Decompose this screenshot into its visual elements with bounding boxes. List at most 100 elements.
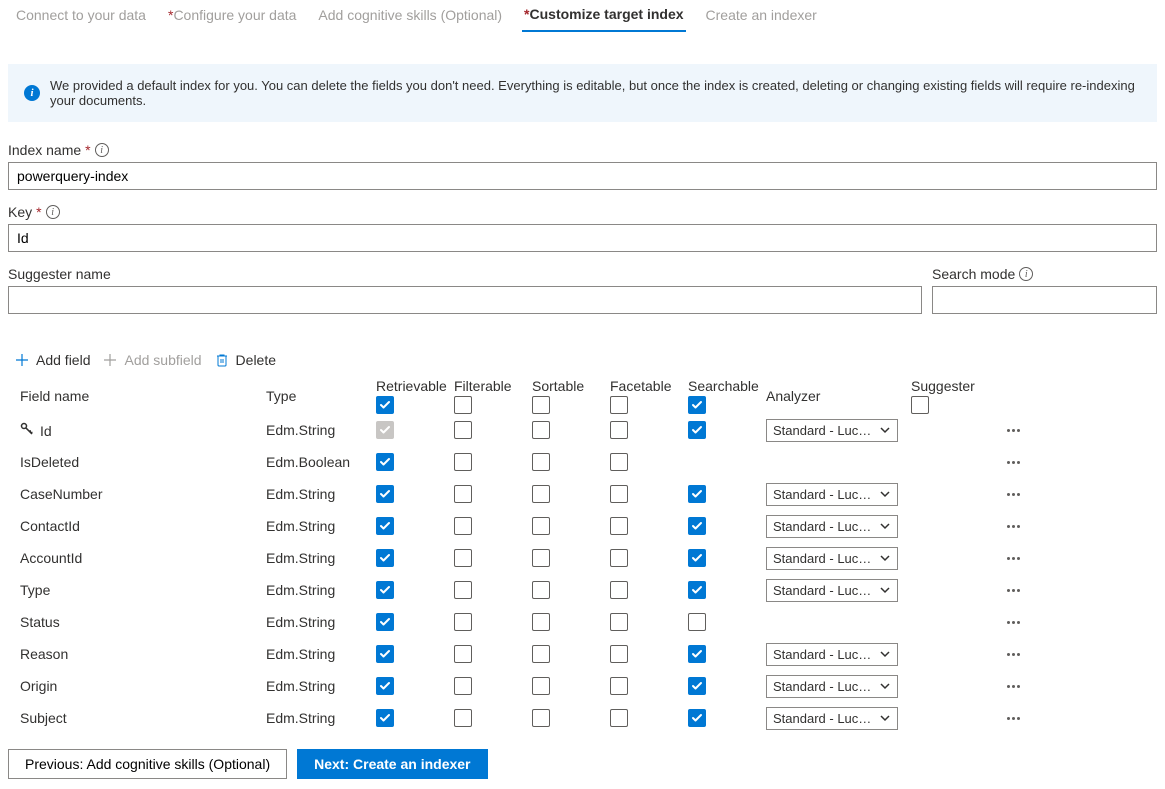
- checkbox-retrievable[interactable]: [376, 517, 394, 535]
- more-icon[interactable]: [983, 717, 1043, 720]
- analyzer-select[interactable]: Standard - Luce...: [766, 579, 898, 602]
- checkbox-facetable[interactable]: [610, 581, 628, 599]
- table-row[interactable]: OriginEdm.StringStandard - Luce...: [8, 670, 1043, 702]
- checkbox-retrievable[interactable]: [376, 549, 394, 567]
- more-icon[interactable]: [983, 461, 1043, 464]
- checkbox-filterable[interactable]: [454, 613, 472, 631]
- add-field-button[interactable]: Add field: [14, 352, 90, 368]
- more-icon[interactable]: [983, 685, 1043, 688]
- index-name-input[interactable]: [8, 162, 1157, 190]
- checkbox-sortable[interactable]: [532, 517, 550, 535]
- table-row[interactable]: SubjectEdm.StringStandard - Luce...: [8, 702, 1043, 734]
- table-row[interactable]: StatusEdm.String: [8, 606, 1043, 638]
- checkbox-searchable[interactable]: [688, 709, 706, 727]
- analyzer-select[interactable]: Standard - Luce...: [766, 483, 898, 506]
- checkbox-searchable[interactable]: [688, 581, 706, 599]
- more-icon[interactable]: [983, 557, 1043, 560]
- checkbox-retrievable[interactable]: [376, 485, 394, 503]
- analyzer-select[interactable]: Standard - Luce...: [766, 515, 898, 538]
- checkbox-filterable[interactable]: [454, 485, 472, 503]
- delete-button[interactable]: Delete: [214, 352, 276, 368]
- checkbox-retrievable[interactable]: [376, 645, 394, 663]
- help-icon[interactable]: i: [1019, 267, 1033, 281]
- checkbox-retrievable[interactable]: [376, 677, 394, 695]
- analyzer-select[interactable]: Standard - Luce...: [766, 707, 898, 730]
- help-icon[interactable]: i: [46, 205, 60, 219]
- header-checkbox-facetable[interactable]: [610, 396, 628, 414]
- checkbox-facetable[interactable]: [610, 517, 628, 535]
- checkbox-sortable[interactable]: [532, 613, 550, 631]
- checkbox-retrievable[interactable]: [376, 581, 394, 599]
- tab-0[interactable]: Connect to your data: [14, 3, 148, 31]
- checkbox-sortable[interactable]: [532, 709, 550, 727]
- previous-button[interactable]: Previous: Add cognitive skills (Optional…: [8, 749, 287, 779]
- suggester-input[interactable]: [8, 286, 922, 314]
- table-row[interactable]: CaseNumberEdm.StringStandard - Luce...: [8, 478, 1043, 510]
- more-icon[interactable]: [983, 493, 1043, 496]
- header-checkbox-suggester[interactable]: [911, 396, 929, 414]
- more-icon[interactable]: [983, 621, 1043, 624]
- checkbox-filterable[interactable]: [454, 581, 472, 599]
- checkbox-facetable[interactable]: [610, 549, 628, 567]
- checkbox-filterable[interactable]: [454, 517, 472, 535]
- table-row[interactable]: IdEdm.StringStandard - Luce...: [8, 414, 1043, 446]
- next-button[interactable]: Next: Create an indexer: [297, 749, 487, 779]
- checkbox-retrievable[interactable]: [376, 453, 394, 471]
- checkbox-sortable[interactable]: [532, 645, 550, 663]
- checkbox-facetable[interactable]: [610, 613, 628, 631]
- tab-3[interactable]: *Customize target index: [522, 2, 685, 32]
- more-icon[interactable]: [983, 653, 1043, 656]
- search-mode-input[interactable]: [932, 286, 1157, 314]
- checkbox-filterable[interactable]: [454, 453, 472, 471]
- analyzer-select[interactable]: Standard - Luce...: [766, 419, 898, 442]
- checkbox-sortable[interactable]: [532, 453, 550, 471]
- header-checkbox-retrievable[interactable]: [376, 396, 394, 414]
- checkbox-retrievable[interactable]: [376, 421, 394, 439]
- more-icon[interactable]: [983, 589, 1043, 592]
- more-icon[interactable]: [983, 429, 1043, 432]
- checkbox-searchable[interactable]: [688, 549, 706, 567]
- key-input[interactable]: [8, 224, 1157, 252]
- checkbox-filterable[interactable]: [454, 677, 472, 695]
- checkbox-facetable[interactable]: [610, 421, 628, 439]
- checkbox-facetable[interactable]: [610, 645, 628, 663]
- checkbox-searchable[interactable]: [688, 613, 706, 631]
- checkbox-searchable[interactable]: [688, 421, 706, 439]
- checkbox-facetable[interactable]: [610, 485, 628, 503]
- checkbox-sortable[interactable]: [532, 485, 550, 503]
- col-sortable: Sortable: [532, 378, 610, 414]
- checkbox-filterable[interactable]: [454, 421, 472, 439]
- checkbox-facetable[interactable]: [610, 677, 628, 695]
- tab-2[interactable]: Add cognitive skills (Optional): [316, 3, 504, 31]
- table-row[interactable]: ReasonEdm.StringStandard - Luce...: [8, 638, 1043, 670]
- checkbox-sortable[interactable]: [532, 581, 550, 599]
- help-icon[interactable]: i: [95, 143, 109, 157]
- checkbox-searchable[interactable]: [688, 517, 706, 535]
- header-checkbox-sortable[interactable]: [532, 396, 550, 414]
- analyzer-select[interactable]: Standard - Luce...: [766, 675, 898, 698]
- table-row[interactable]: ContactIdEdm.StringStandard - Luce...: [8, 510, 1043, 542]
- table-row[interactable]: TypeEdm.StringStandard - Luce...: [8, 574, 1043, 606]
- checkbox-facetable[interactable]: [610, 453, 628, 471]
- checkbox-sortable[interactable]: [532, 549, 550, 567]
- checkbox-sortable[interactable]: [532, 677, 550, 695]
- table-row[interactable]: AccountIdEdm.StringStandard - Luce...: [8, 542, 1043, 574]
- analyzer-select[interactable]: Standard - Luce...: [766, 547, 898, 570]
- checkbox-facetable[interactable]: [610, 709, 628, 727]
- checkbox-searchable[interactable]: [688, 677, 706, 695]
- checkbox-searchable[interactable]: [688, 485, 706, 503]
- checkbox-retrievable[interactable]: [376, 709, 394, 727]
- table-row[interactable]: IsDeletedEdm.Boolean: [8, 446, 1043, 478]
- checkbox-filterable[interactable]: [454, 549, 472, 567]
- more-icon[interactable]: [983, 525, 1043, 528]
- checkbox-retrievable[interactable]: [376, 613, 394, 631]
- checkbox-sortable[interactable]: [532, 421, 550, 439]
- tab-1[interactable]: *Configure your data: [166, 3, 298, 31]
- header-checkbox-filterable[interactable]: [454, 396, 472, 414]
- tab-4[interactable]: Create an indexer: [704, 3, 819, 31]
- analyzer-select[interactable]: Standard - Luce...: [766, 643, 898, 666]
- checkbox-filterable[interactable]: [454, 709, 472, 727]
- checkbox-filterable[interactable]: [454, 645, 472, 663]
- checkbox-searchable[interactable]: [688, 645, 706, 663]
- header-checkbox-searchable[interactable]: [688, 396, 706, 414]
